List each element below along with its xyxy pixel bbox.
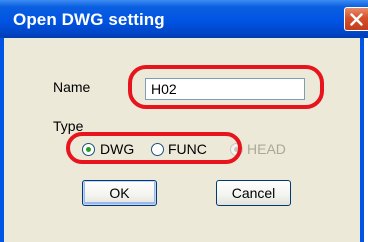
radio-func-label[interactable]: FUNC — [168, 141, 207, 157]
dialog-title: Open DWG setting — [13, 10, 165, 29]
radio-dwg[interactable] — [82, 143, 95, 156]
radio-head — [230, 143, 243, 156]
radio-dwg-checked-dot — [86, 147, 91, 152]
close-icon — [350, 13, 363, 26]
close-button[interactable] — [344, 7, 368, 31]
name-input[interactable]: H02 — [145, 78, 305, 100]
ok-button[interactable]: OK — [82, 180, 157, 206]
dialog-body — [4, 38, 360, 242]
name-label: Name — [53, 79, 91, 95]
radio-head-label: HEAD — [247, 141, 286, 157]
radio-head-dot — [234, 147, 239, 152]
type-label: Type — [53, 118, 84, 134]
radio-func[interactable] — [151, 143, 164, 156]
cancel-button[interactable]: Cancel — [216, 180, 291, 206]
title-bar[interactable]: Open DWG setting — [0, 0, 368, 38]
radio-dwg-label[interactable]: DWG — [100, 141, 134, 157]
open-dwg-setting-dialog: Open DWG setting Name H02 Type DWG FUNC … — [0, 0, 368, 242]
